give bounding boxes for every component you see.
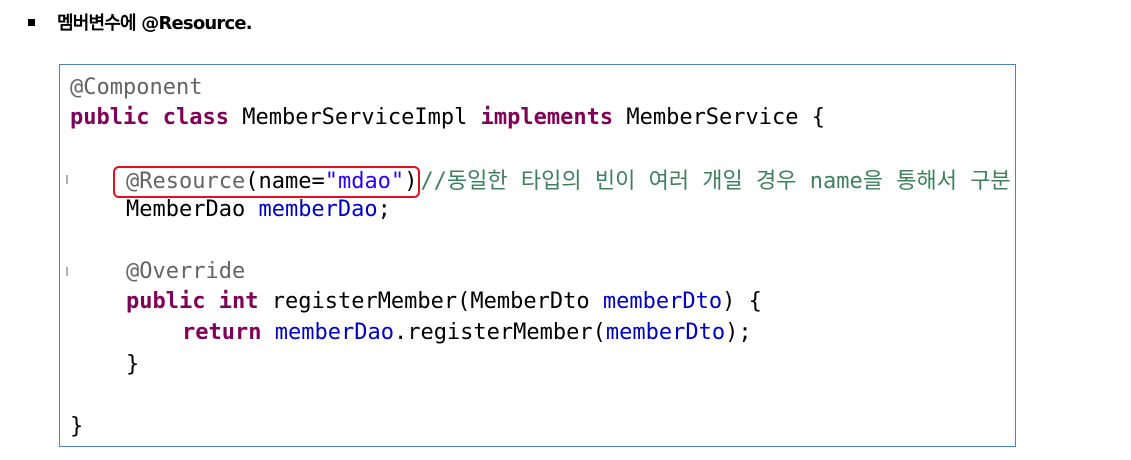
method-signature: registerMember(MemberDto: [258, 289, 603, 314]
code-line-2: public class MemberServiceImpl implement…: [70, 103, 825, 133]
method-open: ) {: [722, 289, 762, 314]
resource-close: ): [404, 169, 418, 194]
code-line-9: return memberDao.registerMember(memberDt…: [182, 318, 752, 348]
code-line-7: @Override: [126, 257, 245, 287]
code-line-8: public int registerMember(MemberDto memb…: [126, 287, 762, 317]
call-arg: memberDto: [605, 320, 726, 345]
code-line-10: }: [126, 350, 139, 380]
field-type: MemberDao: [126, 197, 259, 222]
code-block: @Component public class MemberServiceImp…: [59, 64, 1016, 447]
fold-marker-icon: [66, 267, 68, 276]
method-param: memberDto: [602, 289, 723, 314]
field-semicolon: ;: [377, 197, 391, 222]
call-method: .registerMember(: [393, 320, 606, 345]
keyword-class: class: [162, 105, 229, 130]
highlight-box: @Resource(name="mdao"): [113, 166, 421, 198]
keyword-int: int: [218, 289, 259, 314]
call-target: memberDao: [274, 320, 394, 345]
call-end: );: [725, 320, 752, 345]
class-name: MemberServiceImpl: [228, 105, 481, 130]
class-close-brace: }: [70, 414, 84, 439]
square-bullet-icon: [28, 18, 35, 26]
heading-text: 멤버변수에 @Resource.: [57, 13, 253, 34]
resource-comment: //동일한 타입의 빈이 여러 개일 경우 name을 통해서 구분.: [420, 169, 1016, 194]
field-name: memberDao: [258, 197, 378, 222]
code-line-12: }: [70, 412, 83, 442]
code-line-1: @Component: [70, 73, 202, 103]
override-annotation: @Override: [126, 259, 246, 284]
fold-marker-icon: [66, 175, 68, 184]
component-annotation: @Component: [70, 75, 203, 100]
method-close-brace: }: [126, 352, 140, 377]
keyword-public: public: [126, 289, 206, 314]
resource-open: (name=: [245, 169, 325, 194]
code-line-5: MemberDao memberDao;: [126, 195, 391, 225]
keyword-public: public: [70, 105, 150, 130]
keyword-return: return: [182, 320, 262, 345]
code-line-4: @Resource(name="mdao")//동일한 타입의 빈이 여러 개일…: [113, 166, 1016, 198]
resource-name-string: "mdao": [324, 169, 405, 194]
keyword-implements: implements: [480, 105, 614, 130]
resource-annotation: @Resource: [126, 169, 246, 194]
heading-row: 멤버변수에 @Resource.: [28, 9, 253, 35]
interface-name: MemberService {: [613, 105, 826, 130]
